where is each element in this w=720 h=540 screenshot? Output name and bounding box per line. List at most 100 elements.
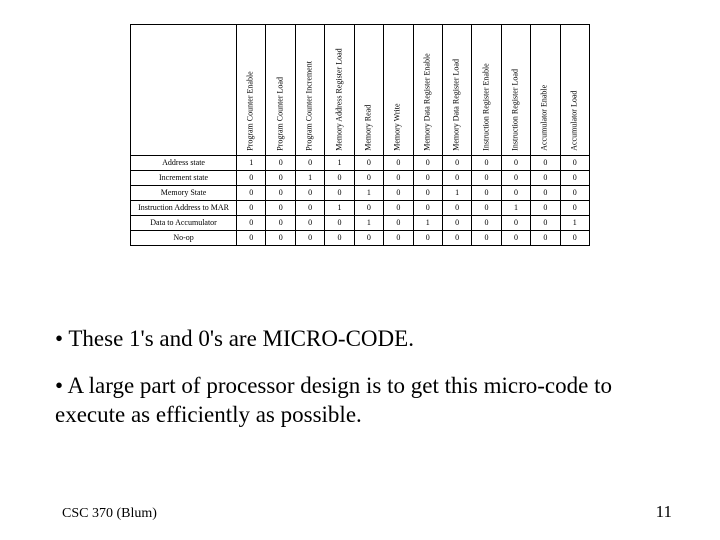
row-label: Instruction Address to MAR [131, 201, 237, 216]
row-label: No-op [131, 231, 237, 246]
cell: 0 [237, 201, 266, 216]
cell: 0 [531, 231, 560, 246]
header-blank [131, 25, 237, 156]
cell: 0 [266, 186, 295, 201]
row-label: Increment state [131, 171, 237, 186]
cell: 0 [295, 201, 324, 216]
col-label: Memory Write [394, 104, 403, 151]
cell: 0 [354, 201, 383, 216]
cell: 1 [442, 186, 471, 201]
cell: 0 [325, 231, 354, 246]
cell: 0 [472, 231, 501, 246]
cell: 1 [354, 216, 383, 231]
cell: 0 [237, 171, 266, 186]
col-label: Program Counter Increment [306, 61, 315, 151]
row-label: Memory State [131, 186, 237, 201]
col-label: Memory Data Register Enable [423, 53, 432, 151]
cell: 0 [266, 216, 295, 231]
cell: 0 [413, 231, 442, 246]
table-row: Data to Accumulator 0 0 0 0 1 0 1 0 0 0 … [131, 216, 590, 231]
cell: 0 [325, 186, 354, 201]
cell: 0 [384, 186, 413, 201]
cell: 1 [325, 201, 354, 216]
cell: 0 [442, 156, 471, 171]
cell: 1 [413, 216, 442, 231]
cell: 0 [531, 201, 560, 216]
cell: 0 [560, 186, 589, 201]
table-row: Instruction Address to MAR 0 0 0 1 0 0 0… [131, 201, 590, 216]
cell: 0 [237, 216, 266, 231]
cell: 0 [237, 186, 266, 201]
col-header: Memory Write [384, 25, 413, 156]
cell: 0 [295, 156, 324, 171]
cell: 0 [472, 156, 501, 171]
cell: 0 [442, 216, 471, 231]
bullet-1: • These 1's and 0's are MICRO-CODE. [55, 325, 670, 354]
cell: 0 [266, 201, 295, 216]
table-row: Increment state 0 0 1 0 0 0 0 0 0 0 0 0 [131, 171, 590, 186]
cell: 0 [472, 171, 501, 186]
cell: 0 [266, 231, 295, 246]
bullet-list: • These 1's and 0's are MICRO-CODE. • A … [55, 325, 670, 447]
slide: Program Counter Enable Program Counter L… [0, 0, 720, 540]
cell: 0 [384, 156, 413, 171]
col-label: Memory Read [365, 105, 374, 151]
cell: 0 [325, 171, 354, 186]
cell: 0 [413, 156, 442, 171]
col-header: Memory Data Register Enable [413, 25, 442, 156]
cell: 0 [442, 231, 471, 246]
table-row: No-op 0 0 0 0 0 0 0 0 0 0 0 0 [131, 231, 590, 246]
col-label: Program Counter Load [276, 77, 285, 151]
table-row: Memory State 0 0 0 0 1 0 0 1 0 0 0 0 [131, 186, 590, 201]
cell: 0 [237, 231, 266, 246]
cell: 0 [501, 186, 530, 201]
cell: 0 [472, 201, 501, 216]
col-header: Program Counter Increment [295, 25, 324, 156]
col-label: Accumulator Load [570, 91, 579, 151]
cell: 0 [266, 156, 295, 171]
cell: 0 [295, 186, 324, 201]
col-header: Memory Data Register Load [442, 25, 471, 156]
cell: 0 [384, 231, 413, 246]
cell: 0 [325, 216, 354, 231]
table-body: Address state 1 0 0 1 0 0 0 0 0 0 0 0 In… [131, 156, 590, 246]
cell: 0 [560, 156, 589, 171]
col-header: Accumulator Enable [531, 25, 560, 156]
cell: 1 [560, 216, 589, 231]
col-label: Accumulator Enable [541, 85, 550, 151]
cell: 0 [560, 171, 589, 186]
cell: 0 [384, 171, 413, 186]
cell: 1 [325, 156, 354, 171]
cell: 0 [295, 231, 324, 246]
cell: 0 [413, 186, 442, 201]
cell: 1 [237, 156, 266, 171]
cell: 0 [354, 171, 383, 186]
microcode-table-container: Program Counter Enable Program Counter L… [130, 24, 590, 246]
cell: 1 [354, 186, 383, 201]
cell: 0 [472, 186, 501, 201]
col-header: Accumulator Load [560, 25, 589, 156]
row-label: Address state [131, 156, 237, 171]
cell: 0 [354, 231, 383, 246]
cell: 1 [501, 201, 530, 216]
cell: 0 [413, 171, 442, 186]
cell: 0 [442, 201, 471, 216]
bullet-2: • A large part of processor design is to… [55, 372, 670, 430]
cell: 0 [560, 231, 589, 246]
col-header: Memory Address Register Load [325, 25, 354, 156]
footer-left: CSC 370 (Blum) [62, 506, 157, 522]
cell: 0 [501, 156, 530, 171]
footer-right: 11 [656, 502, 672, 522]
cell: 0 [384, 201, 413, 216]
cell: 0 [501, 216, 530, 231]
cell: 0 [442, 171, 471, 186]
col-header: Instruction Register Load [501, 25, 530, 156]
table-row: Address state 1 0 0 1 0 0 0 0 0 0 0 0 [131, 156, 590, 171]
cell: 0 [501, 171, 530, 186]
col-label: Memory Address Register Load [335, 49, 344, 151]
cell: 0 [413, 201, 442, 216]
col-label: Instruction Register Enable [482, 63, 491, 151]
cell: 0 [560, 201, 589, 216]
col-header: Program Counter Load [266, 25, 295, 156]
col-header: Instruction Register Enable [472, 25, 501, 156]
